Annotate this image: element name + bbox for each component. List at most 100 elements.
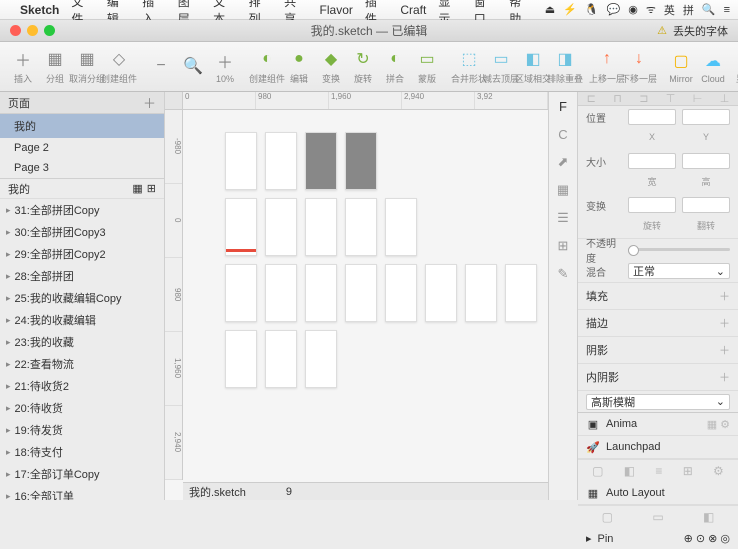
toolbar-button[interactable]: ◆变换 [316, 46, 346, 87]
autolayout-icons: ▢▭◧ [578, 505, 738, 528]
status-icon[interactable]: ᯤ [646, 2, 656, 17]
menu-flavor[interactable]: Flavor [320, 3, 353, 17]
blend-label: 混合 [586, 264, 622, 279]
toolbar-button[interactable]: ◐创建组件 [252, 46, 282, 87]
tab-flavor[interactable]: F [553, 96, 573, 116]
layer-item[interactable]: 18:待支付 [0, 441, 164, 463]
layers-icon[interactable]: ⊞ [147, 182, 156, 195]
border-section[interactable]: 描边＋ [578, 309, 738, 336]
search-icon[interactable]: 🔍 [702, 3, 716, 16]
tab-icon[interactable]: ☰ [553, 208, 573, 228]
input-lang[interactable]: 英 [664, 2, 675, 18]
align-top-icon[interactable]: ⊤ [666, 92, 676, 105]
layer-item[interactable]: 29:全部拼团Copy2 [0, 243, 164, 265]
x-field[interactable] [628, 109, 676, 125]
toolbar-button[interactable]: ▦取消分组 [72, 46, 102, 87]
tab-icon[interactable]: ▦ [553, 180, 573, 200]
layers-header-label: 我的 [8, 181, 30, 197]
page-item[interactable]: 我的 [0, 114, 164, 138]
tab-icon[interactable]: ⊞ [553, 236, 573, 256]
shadow-section[interactable]: 阴影＋ [578, 336, 738, 363]
toolbar-button[interactable]: 🔍 [178, 53, 208, 81]
status-icon[interactable]: 💬 [607, 3, 621, 16]
toolbar-button[interactable]: ▢Mirror [666, 48, 696, 86]
inspector-panel: ⊏ ⊓ ⊐ ⊤ ⊢ ⊥ 位置 XY 大小 宽高 变换 旋转翻转 不透明度 混合正… [578, 92, 738, 500]
toolbar-button[interactable]: ◐拼合 [380, 46, 410, 87]
plugin-launchpad[interactable]: 🚀Launchpad [578, 436, 738, 459]
layer-list: 31:全部拼团Copy30:全部拼团Copy329:全部拼团Copy228:全部… [0, 199, 164, 500]
align-center-icon[interactable]: ⊓ [613, 92, 622, 105]
input-lang[interactable]: 拼 [683, 2, 694, 18]
blur-select[interactable]: 高斯模糊⌄ [586, 394, 730, 410]
tab-craft[interactable]: C [553, 124, 573, 144]
toolbar-button[interactable]: ▦显示 [730, 46, 738, 87]
toolbar-button[interactable]: − [146, 53, 176, 81]
layer-item[interactable]: 20:待收货 [0, 397, 164, 419]
toolbar-button[interactable]: ◇创建组件 [104, 46, 134, 87]
plugin-anima[interactable]: ▣Anima▦ ⚙ [578, 413, 738, 436]
toolbar-button[interactable]: ◧区域相交 [518, 46, 548, 87]
layer-item[interactable]: 28:全部拼团 [0, 265, 164, 287]
toolbar-button[interactable]: ↓下移一层 [624, 46, 654, 87]
maximize-button[interactable] [44, 25, 55, 36]
page-item[interactable]: Page 3 [0, 158, 164, 178]
toolbar-button[interactable]: ●编辑 [284, 46, 314, 87]
height-field[interactable] [682, 153, 730, 169]
status-icon[interactable]: ⏏ [545, 3, 555, 16]
layer-item[interactable]: 25:我的收藏编辑Copy [0, 287, 164, 309]
pin-row[interactable]: ▸Pin⊕ ⊙ ⊗ ◎ [578, 528, 738, 549]
layer-item[interactable]: 31:全部拼团Copy [0, 199, 164, 221]
toolbar-button[interactable]: ⬚合并形状 [454, 46, 484, 87]
app-name[interactable]: Sketch [20, 3, 59, 17]
blend-select[interactable]: 正常⌄ [628, 263, 730, 279]
artboards [225, 132, 537, 388]
toolbar-button[interactable]: ↻旋转 [348, 46, 378, 87]
align-right-icon[interactable]: ⊐ [639, 92, 648, 105]
status-icon[interactable]: 🐧 [585, 3, 599, 16]
layer-item[interactable]: 23:我的收藏 [0, 331, 164, 353]
minimize-button[interactable] [27, 25, 38, 36]
close-button[interactable] [10, 25, 21, 36]
status-icon[interactable]: ⚡ [563, 3, 577, 16]
page-item[interactable]: Page 2 [0, 138, 164, 158]
tab-icon[interactable]: ⬈ [553, 152, 573, 172]
align-middle-icon[interactable]: ⊢ [693, 92, 703, 105]
fill-section[interactable]: 填充＋ [578, 282, 738, 309]
toolbar-button[interactable]: ▭减去顶层 [486, 46, 516, 87]
inner-shadow-section[interactable]: 内阴影＋ [578, 363, 738, 390]
toolbar-button[interactable]: ▦分组 [40, 46, 70, 87]
layer-item[interactable]: 16:全部订单 [0, 485, 164, 500]
rotate-label: 旋转 [628, 219, 676, 232]
layer-item[interactable]: 17:全部订单Copy [0, 463, 164, 485]
layer-item[interactable]: 22:查看物流 [0, 353, 164, 375]
status-icon[interactable]: ◉ [628, 3, 638, 16]
tab-icon[interactable]: ✎ [553, 264, 573, 284]
menu-craft[interactable]: Craft [400, 3, 426, 17]
rotate-field[interactable] [628, 197, 676, 213]
y-field[interactable] [682, 109, 730, 125]
toolbar-button[interactable]: ◨排除重叠 [550, 46, 580, 87]
opacity-slider[interactable] [628, 248, 730, 251]
align-left-icon[interactable]: ⊏ [587, 92, 596, 105]
layer-item[interactable]: 24:我的收藏编辑 [0, 309, 164, 331]
layers-icon[interactable]: ▦ [132, 182, 142, 195]
pages-header: 页面 ＋ [0, 92, 164, 114]
toolbar-button[interactable]: ☁Cloud [698, 48, 728, 86]
layer-item[interactable]: 19:待发货 [0, 419, 164, 441]
toolbar-button[interactable]: ＋插入 [8, 46, 38, 87]
width-field[interactable] [628, 153, 676, 169]
plugin-autolayout[interactable]: ▦Auto Layout [578, 482, 738, 505]
layer-item[interactable]: 21:待收货2 [0, 375, 164, 397]
flip-label: 翻转 [682, 219, 730, 232]
missing-fonts-warning[interactable]: ⚠ 丢失的字体 [655, 23, 738, 39]
menu-icon[interactable]: ≡ [724, 4, 730, 16]
toolbar-button[interactable]: ▭蒙版 [412, 46, 442, 87]
layer-item[interactable]: 30:全部拼团Copy3 [0, 221, 164, 243]
page-list: 我的 Page 2 Page 3 [0, 114, 164, 179]
flip-field[interactable] [682, 197, 730, 213]
align-bottom-icon[interactable]: ⊥ [720, 92, 730, 105]
canvas[interactable]: 09801,9602,9403,92 -98009801,9602,940 我的… [165, 92, 548, 500]
toolbar-button[interactable]: ↑上移一层 [592, 46, 622, 87]
toolbar-button[interactable]: ＋10% [210, 48, 240, 86]
add-page-button[interactable]: ＋ [143, 93, 156, 112]
